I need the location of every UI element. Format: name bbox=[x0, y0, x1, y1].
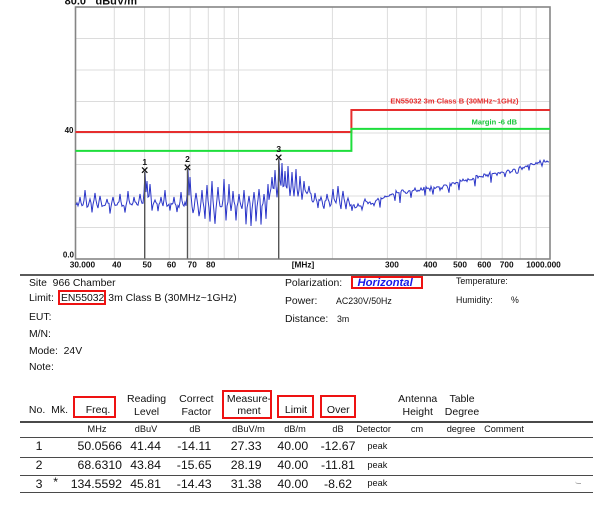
svg-text:40: 40 bbox=[65, 126, 74, 135]
svg-text:EN55032 3m Class B (30MHz~1GHz: EN55032 3m Class B (30MHz~1GHz) bbox=[390, 97, 519, 106]
svg-text:700: 700 bbox=[500, 260, 514, 270]
svg-text:dBuV/m: dBuV/m bbox=[96, 0, 138, 8]
svg-text:70: 70 bbox=[188, 260, 198, 270]
svg-text:3: 3 bbox=[276, 144, 281, 154]
svg-text:80: 80 bbox=[206, 260, 216, 270]
svg-text:1000.000: 1000.000 bbox=[526, 260, 561, 270]
svg-text:500: 500 bbox=[453, 260, 467, 270]
svg-text:300: 300 bbox=[385, 260, 399, 270]
svg-text:600: 600 bbox=[477, 260, 491, 270]
svg-text:40: 40 bbox=[112, 260, 122, 270]
svg-text:0.0: 0.0 bbox=[63, 251, 75, 260]
svg-text:2: 2 bbox=[185, 154, 190, 164]
svg-text:400: 400 bbox=[423, 260, 437, 270]
svg-text:80.0: 80.0 bbox=[65, 0, 86, 8]
svg-text:50: 50 bbox=[142, 260, 152, 270]
svg-text:1: 1 bbox=[142, 157, 147, 167]
svg-text:[MHz]: [MHz] bbox=[292, 260, 315, 270]
svg-text:30.000: 30.000 bbox=[70, 260, 96, 270]
svg-text:Margin -6 dB: Margin -6 dB bbox=[472, 118, 518, 127]
svg-text:60: 60 bbox=[167, 260, 177, 270]
